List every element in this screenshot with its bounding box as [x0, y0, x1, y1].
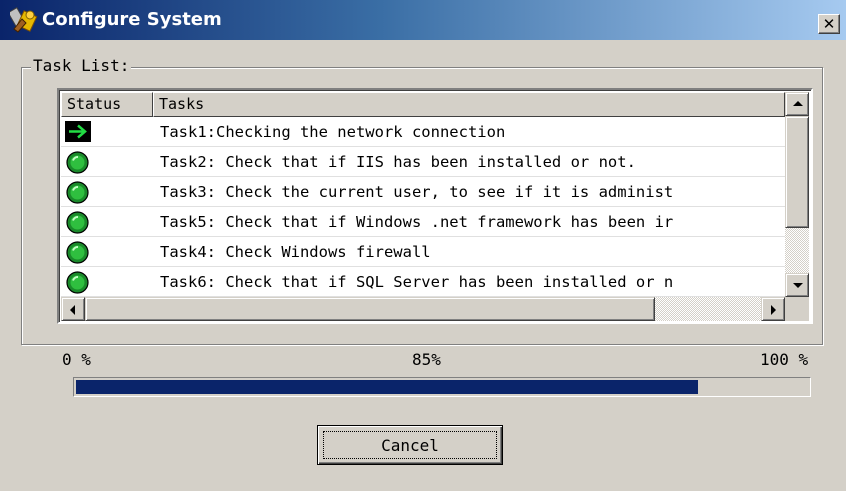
configure-system-dialog: Configure System ✕ Task List: Status Tas… [0, 0, 846, 491]
scroll-down-button[interactable] [785, 273, 809, 297]
status-cell [61, 177, 153, 207]
close-button[interactable]: ✕ [818, 14, 840, 34]
progress-fill [76, 380, 698, 394]
task-text: Task3: Check the current user, to see if… [160, 183, 674, 201]
scroll-left-button[interactable] [61, 297, 85, 321]
status-cell [61, 147, 153, 177]
status-cell [61, 207, 153, 237]
scrollbar-corner [785, 297, 809, 321]
column-header-tasks[interactable]: Tasks [153, 92, 785, 117]
horizontal-scroll-track[interactable] [655, 297, 761, 321]
title-bar[interactable]: Configure System ✕ [0, 0, 846, 40]
cancel-button-label: Cancel [323, 431, 497, 459]
task-rows: Task1:Checking the network connection Ta… [61, 117, 785, 297]
chevron-left-icon [70, 305, 75, 315]
task-text: Task5: Check that if Windows .net framew… [160, 213, 674, 231]
cancel-button[interactable]: Cancel [317, 425, 503, 465]
task-list-view[interactable]: Status Tasks Task1:Checking the network … [57, 88, 813, 324]
check-circle-icon [66, 271, 89, 294]
arrow-right-icon [65, 121, 91, 142]
vertical-scroll-thumb[interactable] [785, 116, 809, 228]
horizontal-scroll-thumb[interactable] [85, 297, 655, 321]
status-cell [61, 117, 153, 147]
task-list-group-label: Task List: [31, 56, 132, 75]
chevron-down-icon [793, 283, 803, 288]
table-row[interactable]: Task5: Check that if Windows .net framew… [61, 207, 785, 237]
scroll-up-button[interactable] [785, 92, 809, 116]
configure-tools-icon [10, 7, 38, 33]
check-circle-icon [66, 181, 89, 204]
task-text: Task4: Check Windows firewall [160, 243, 431, 261]
list-header: Status Tasks [61, 92, 785, 117]
check-circle-icon [66, 211, 89, 234]
window-title: Configure System [42, 9, 222, 30]
progress-min-label: 0 % [62, 350, 91, 369]
table-row[interactable]: Task1:Checking the network connection [61, 117, 785, 147]
chevron-up-icon [793, 101, 803, 106]
status-cell [61, 237, 153, 267]
check-circle-icon [66, 151, 89, 174]
table-row[interactable]: Task4: Check Windows firewall [61, 237, 785, 267]
progress-current-label: 85% [412, 350, 441, 369]
progress-max-label: 100 % [760, 350, 809, 369]
check-circle-icon [66, 241, 89, 264]
table-row[interactable]: Task6: Check that if SQL Server has been… [61, 267, 785, 297]
column-header-status[interactable]: Status [61, 92, 153, 117]
progress-bar [73, 377, 811, 397]
status-cell [61, 267, 153, 297]
vertical-scrollbar[interactable] [785, 92, 809, 297]
table-row[interactable]: Task3: Check the current user, to see if… [61, 177, 785, 207]
table-row[interactable]: Task2: Check that if IIS has been instal… [61, 147, 785, 177]
vertical-scroll-track[interactable] [785, 228, 809, 273]
task-text: Task6: Check that if SQL Server has been… [160, 273, 674, 291]
chevron-right-icon [771, 305, 776, 315]
close-icon: ✕ [822, 15, 836, 33]
task-text: Task1:Checking the network connection [160, 123, 506, 141]
scroll-right-button[interactable] [761, 297, 785, 321]
horizontal-scrollbar[interactable] [61, 297, 785, 321]
task-text: Task2: Check that if IIS has been instal… [160, 153, 636, 171]
